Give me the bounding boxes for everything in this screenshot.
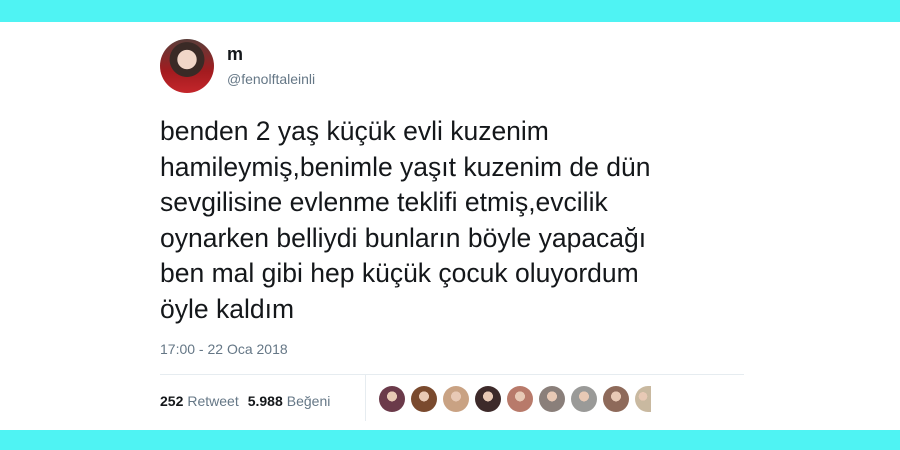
liker-avatar-5[interactable]	[507, 386, 533, 412]
retweet-label: Retweet	[187, 393, 239, 409]
top-accent-band	[0, 0, 900, 22]
like-stat[interactable]: 5.988 Beğeni	[248, 393, 331, 409]
retweet-stat[interactable]: 252 Retweet	[160, 393, 239, 409]
tweet-timestamp[interactable]: 17:00 - 22 Oca 2018	[160, 341, 288, 357]
bottom-accent-band	[0, 430, 900, 450]
liker-avatar-1[interactable]	[379, 386, 405, 412]
user-avatar[interactable]	[160, 39, 214, 93]
like-count: 5.988	[247, 393, 283, 409]
liker-avatar-7[interactable]	[571, 386, 597, 412]
tweet-stats: 252 Retweet 5.988 Beğeni	[160, 391, 339, 411]
display-name[interactable]: m	[227, 44, 243, 65]
liker-avatar-4[interactable]	[475, 386, 501, 412]
divider	[160, 374, 744, 375]
user-handle[interactable]: @fenolftaleinli	[227, 71, 315, 87]
liker-avatar-9[interactable]	[635, 386, 651, 412]
tweet-text: benden 2 yaş küçük evli kuzenim hamileym…	[160, 116, 651, 324]
liker-avatar-8[interactable]	[603, 386, 629, 412]
like-label: Beğeni	[286, 393, 331, 409]
liker-avatar-3[interactable]	[443, 386, 469, 412]
liker-avatar-2[interactable]	[411, 386, 437, 412]
tweet-card: m @fenolftaleinli benden 2 yaş küçük evl…	[160, 22, 744, 430]
stats-separator	[365, 375, 366, 421]
retweet-count: 252	[160, 393, 184, 409]
liker-avatars	[379, 386, 657, 412]
liker-avatar-6[interactable]	[539, 386, 565, 412]
